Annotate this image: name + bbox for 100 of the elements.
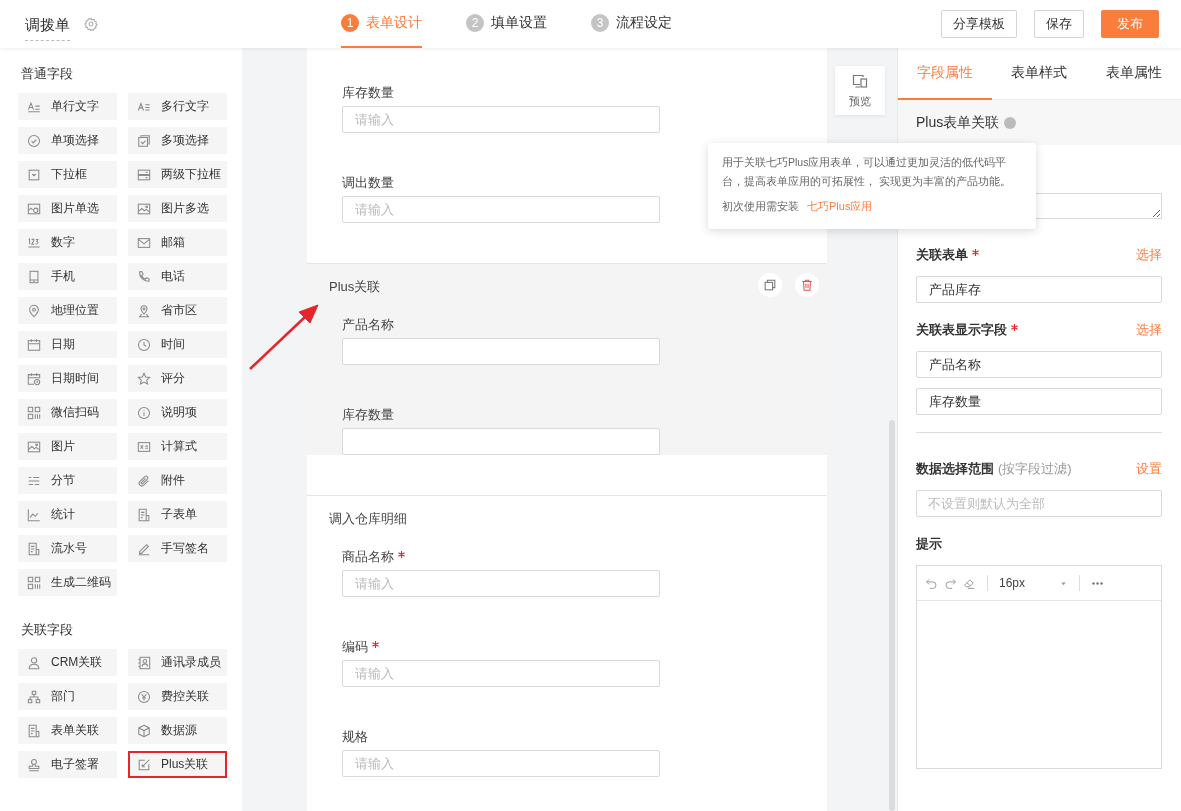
undo-icon[interactable] bbox=[925, 576, 938, 590]
group-title: 普通字段 bbox=[21, 65, 74, 83]
field-type-item[interactable]: 评分 bbox=[128, 365, 227, 392]
field-type-item[interactable]: 时间 bbox=[128, 331, 227, 358]
dropdown-icon bbox=[27, 167, 41, 182]
selected-value-field[interactable]: 产品库存 bbox=[916, 276, 1162, 303]
toolbar-button[interactable]: 分享模板 bbox=[941, 10, 1017, 38]
field-type-item[interactable]: 附件 bbox=[128, 467, 227, 494]
document-icon bbox=[27, 541, 41, 556]
field-type-item[interactable]: 下拉框 bbox=[18, 161, 117, 188]
field-type-item[interactable]: 生成二维码 bbox=[18, 569, 117, 596]
field-type-item[interactable]: 图片 bbox=[18, 433, 117, 460]
step-tab[interactable]: 3 流程设定 bbox=[591, 0, 672, 48]
toolbar-button[interactable]: 保存 bbox=[1034, 10, 1084, 38]
field-type-item[interactable]: 微信扫码 bbox=[18, 399, 117, 426]
field-type-item[interactable]: 图片多选 bbox=[128, 195, 227, 222]
field-label: 库存数量 bbox=[342, 84, 394, 102]
panel-tab[interactable]: 表单样式 bbox=[992, 48, 1087, 100]
step-number: 3 bbox=[591, 14, 609, 32]
calendar-clock-icon bbox=[27, 371, 41, 386]
document-icon bbox=[27, 723, 41, 738]
field-type-item[interactable]: 统计 bbox=[18, 501, 117, 528]
delete-button[interactable] bbox=[795, 273, 819, 297]
field-type-item[interactable]: 说明项 bbox=[128, 399, 227, 426]
field-type-item[interactable]: 手写签名 bbox=[128, 535, 227, 562]
redo-icon[interactable] bbox=[944, 576, 957, 590]
field-type-item[interactable]: 费控关联 bbox=[128, 683, 227, 710]
form-title[interactable]: 调拨单 bbox=[25, 11, 70, 41]
scrollbar-thumb[interactable] bbox=[889, 420, 895, 811]
image-icon bbox=[27, 439, 41, 454]
field-type-item[interactable]: CRM关联 bbox=[18, 649, 117, 676]
qr-code-icon bbox=[27, 575, 41, 590]
input-field[interactable] bbox=[342, 428, 660, 455]
font-size-select[interactable]: 16px bbox=[999, 576, 1069, 590]
settings-icon[interactable] bbox=[84, 17, 98, 31]
field-type-item[interactable]: 电话 bbox=[128, 263, 227, 290]
field-type-item[interactable]: 电子签署 bbox=[18, 751, 117, 778]
field-type-item[interactable]: 计算式 bbox=[128, 433, 227, 460]
step-number: 2 bbox=[466, 14, 484, 32]
rich-text-editor[interactable]: 16px bbox=[916, 565, 1162, 769]
preview-button[interactable]: 预览 bbox=[835, 66, 885, 115]
field-type-item[interactable]: 邮箱 bbox=[128, 229, 227, 256]
field-type-item[interactable]: 多行文字 bbox=[128, 93, 227, 120]
panel-tab[interactable]: 表单属性 bbox=[1086, 48, 1181, 100]
input-field[interactable]: 请输入 bbox=[342, 750, 660, 777]
field-type-item[interactable]: 流水号 bbox=[18, 535, 117, 562]
selected-value-field[interactable]: 库存数量 bbox=[916, 388, 1162, 415]
field-type-item[interactable]: 数据源 bbox=[128, 717, 227, 744]
step-tab[interactable]: 2 填单设置 bbox=[466, 0, 547, 48]
field-label: 规格 bbox=[342, 728, 368, 746]
field-type-item[interactable]: 分节 bbox=[18, 467, 117, 494]
setting-note: (按字段过滤) bbox=[998, 460, 1072, 478]
field-label: 调出数量 bbox=[342, 174, 394, 192]
tooltip-text: 用于关联七巧Plus应用表单，可以通过更加灵活的低代码平台，提高表单应用的可拓展性， 实现更为丰富的产品功能。 bbox=[722, 155, 1012, 189]
input-field[interactable] bbox=[342, 338, 660, 365]
field-type-item[interactable]: 日期时间 bbox=[18, 365, 117, 392]
contact-card-icon bbox=[137, 655, 151, 670]
input-field[interactable]: 请输入 bbox=[342, 196, 660, 223]
filter-field[interactable]: 不设置则默认为全部 bbox=[916, 490, 1162, 517]
pen-icon bbox=[137, 541, 151, 556]
eraser-icon[interactable] bbox=[963, 576, 976, 590]
input-field[interactable]: 请输入 bbox=[342, 660, 660, 687]
field-type-item[interactable]: 多项选择 bbox=[128, 127, 227, 154]
stacked-dropdown-icon bbox=[137, 167, 151, 182]
document-icon bbox=[137, 507, 151, 522]
checkbox-icon bbox=[137, 133, 151, 148]
field-type-item[interactable]: 地理位置 bbox=[18, 297, 117, 324]
field-type-item[interactable]: Plus关联 bbox=[128, 751, 227, 778]
line-chart-icon bbox=[27, 507, 41, 522]
help-icon[interactable] bbox=[1004, 116, 1017, 129]
field-type-item[interactable]: 单行文字 bbox=[18, 93, 117, 120]
field-type-item[interactable]: 通讯录成员 bbox=[128, 649, 227, 676]
input-field[interactable]: 请输入 bbox=[342, 106, 660, 133]
calendar-icon bbox=[27, 337, 41, 352]
person-icon bbox=[27, 655, 41, 670]
field-type-item[interactable]: 图片单选 bbox=[18, 195, 117, 222]
input-field[interactable]: 请输入 bbox=[342, 570, 660, 597]
coin-icon bbox=[137, 689, 151, 704]
cube-icon bbox=[137, 723, 151, 738]
location-pin-icon bbox=[27, 303, 41, 318]
field-type-item[interactable]: 单项选择 bbox=[18, 127, 117, 154]
install-hint: 初次使用需安装 bbox=[722, 199, 799, 214]
field-type-item[interactable]: 两级下拉框 bbox=[128, 161, 227, 188]
selected-value-field[interactable]: 产品名称 bbox=[916, 351, 1162, 378]
field-type-item[interactable]: 子表单 bbox=[128, 501, 227, 528]
section-title: Plus关联 bbox=[329, 278, 381, 296]
field-type-item[interactable]: 手机 bbox=[18, 263, 117, 290]
group-title: 关联字段 bbox=[21, 621, 74, 639]
selected-section[interactable]: Plus关联 产品名称 库存数量 bbox=[307, 263, 827, 455]
field-type-item[interactable]: 日期 bbox=[18, 331, 117, 358]
copy-button[interactable] bbox=[758, 273, 782, 297]
check-circle-icon bbox=[27, 133, 41, 148]
field-type-item[interactable]: 表单关联 bbox=[18, 717, 117, 744]
field-type-item[interactable]: 省市区 bbox=[128, 297, 227, 324]
info-icon bbox=[137, 405, 151, 420]
field-type-item[interactable]: 数字 bbox=[18, 229, 117, 256]
field-type-item[interactable]: 部门 bbox=[18, 683, 117, 710]
step-number: 1 bbox=[341, 14, 359, 32]
setting-label: 关联表显示字段 bbox=[916, 321, 1007, 339]
star-icon bbox=[137, 371, 151, 386]
